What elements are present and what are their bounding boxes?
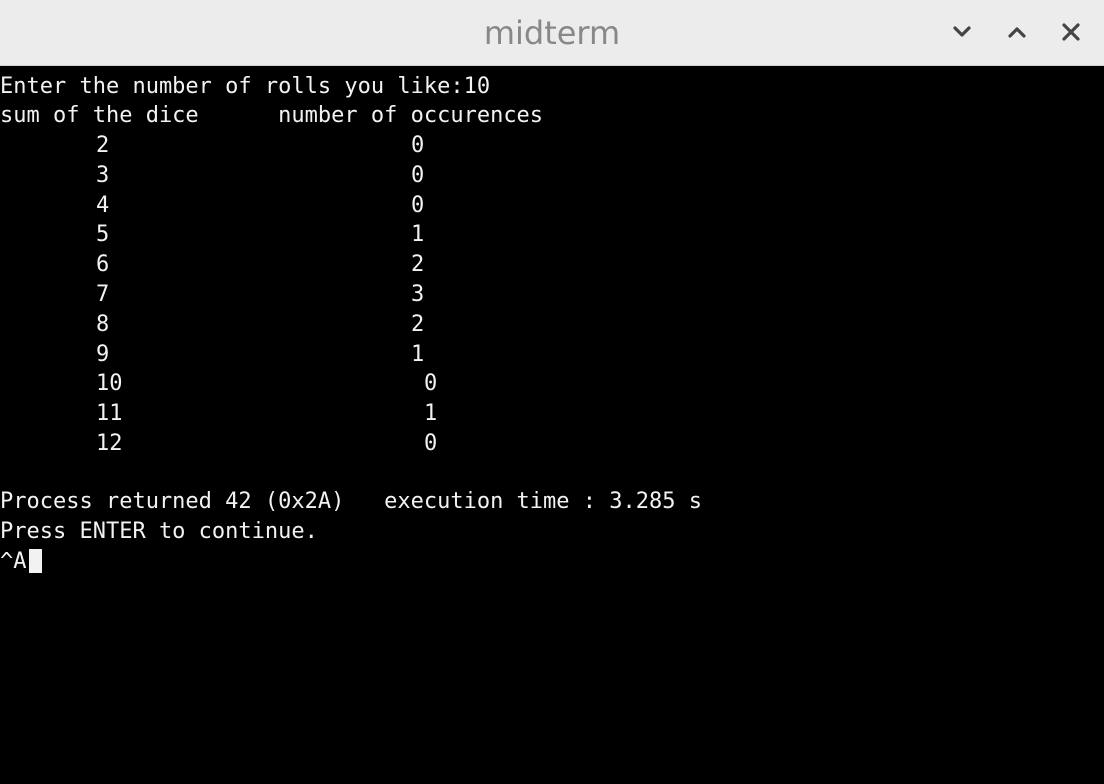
table-row: 10 0	[0, 369, 700, 399]
table-row: 91	[0, 340, 700, 370]
occurrence-count-cell: 0	[424, 431, 438, 456]
table-row: 62	[0, 250, 700, 280]
occurrence-count-cell: 2	[411, 252, 425, 278]
occurrence-count-cell: 1	[411, 222, 425, 248]
dice-sum-cell: 9	[96, 341, 110, 367]
input-text: ^A	[0, 549, 27, 574]
occurrence-count-cell: 1	[424, 401, 438, 427]
table-row: 82	[0, 310, 700, 340]
title-bar[interactable]: midterm	[0, 0, 1104, 66]
input-line[interactable]: ^A	[0, 547, 42, 577]
table-row: 73	[0, 280, 700, 310]
dice-sum-cell: 12	[96, 431, 123, 456]
occurrence-count-cell: 0	[411, 162, 425, 188]
terminal-window: midterm Enter the number of rolls you li…	[0, 0, 1104, 784]
occurrence-count-cell: 3	[411, 282, 425, 307]
occurrence-count-cell: 0	[411, 133, 425, 158]
dice-sum-cell: 3	[96, 162, 110, 188]
minimize-button[interactable]	[944, 14, 980, 50]
press-enter-line: Press ENTER to continue.	[0, 519, 318, 544]
chevron-up-icon	[1008, 27, 1026, 38]
maximize-button[interactable]	[999, 14, 1035, 50]
dice-sum-cell: 2	[96, 133, 110, 158]
dice-sum-cell: 6	[96, 252, 110, 278]
table-header-line: sum of the dice number of occurences	[0, 103, 544, 128]
dice-sum-cell: 5	[96, 222, 110, 248]
prompt-line: Enter the number of rolls you like:10	[0, 74, 491, 99]
dice-sum-cell: 7	[96, 282, 110, 307]
table-row: 20	[0, 131, 700, 161]
table-row: 51	[0, 220, 700, 250]
process-status-line: Process returned 42 (0x2A) execution tim…	[0, 489, 702, 514]
table-row: 40	[0, 191, 700, 221]
chevron-down-icon	[953, 26, 971, 37]
close-button[interactable]	[1053, 14, 1089, 50]
occurrence-count-cell: 0	[424, 371, 438, 397]
terminal-output[interactable]: Enter the number of rolls you like:10 su…	[0, 67, 1104, 784]
dice-sum-cell: 10	[96, 371, 123, 397]
window-title: midterm	[483, 14, 621, 52]
occurrence-count-cell: 0	[411, 192, 425, 218]
dice-sum-cell: 4	[96, 192, 110, 218]
close-icon	[1062, 23, 1080, 41]
occurrence-count-cell: 2	[411, 311, 425, 337]
table-row: 12 0	[0, 429, 700, 459]
occurrence-count-cell: 1	[411, 341, 425, 367]
dice-sum-cell: 11	[96, 401, 123, 427]
table-row: 11 1	[0, 399, 700, 429]
dice-sum-cell: 8	[96, 311, 110, 337]
text-cursor	[28, 549, 42, 573]
table-row: 30	[0, 161, 700, 191]
